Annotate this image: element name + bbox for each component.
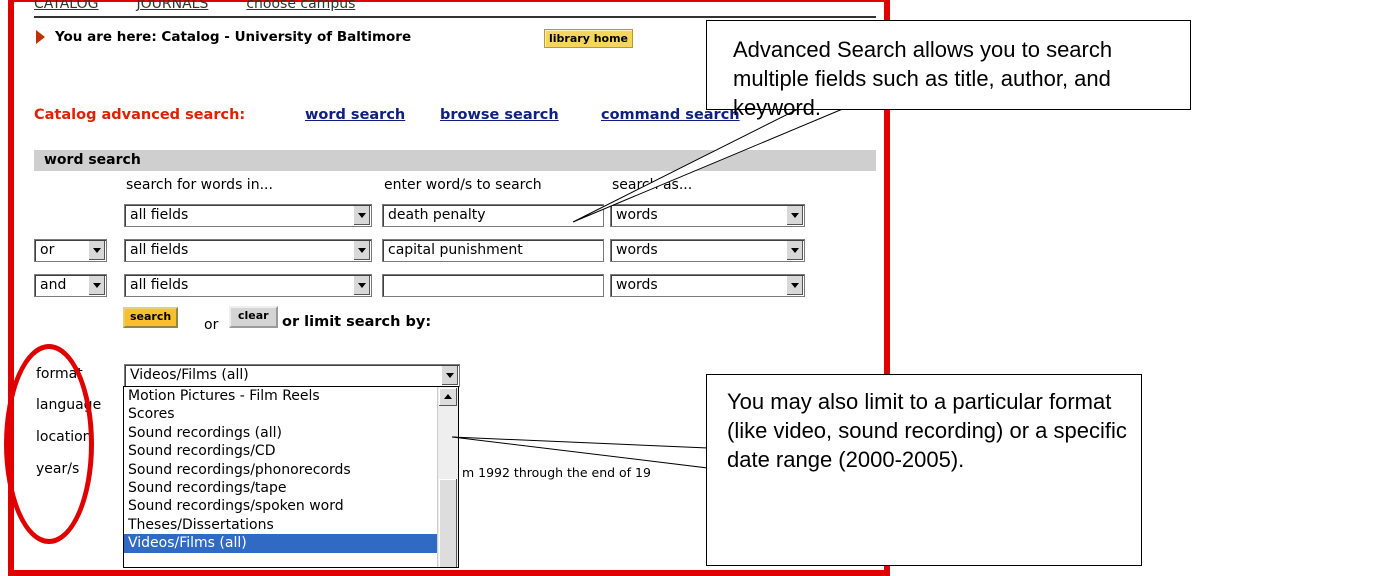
callout-format-limit: You may also limit to a particular forma… (706, 374, 1142, 566)
callout-pointer-format (451, 436, 709, 469)
callout-pointer-advanced (572, 107, 846, 223)
callout-advanced-search: Advanced Search allows you to search mul… (706, 20, 1191, 120)
